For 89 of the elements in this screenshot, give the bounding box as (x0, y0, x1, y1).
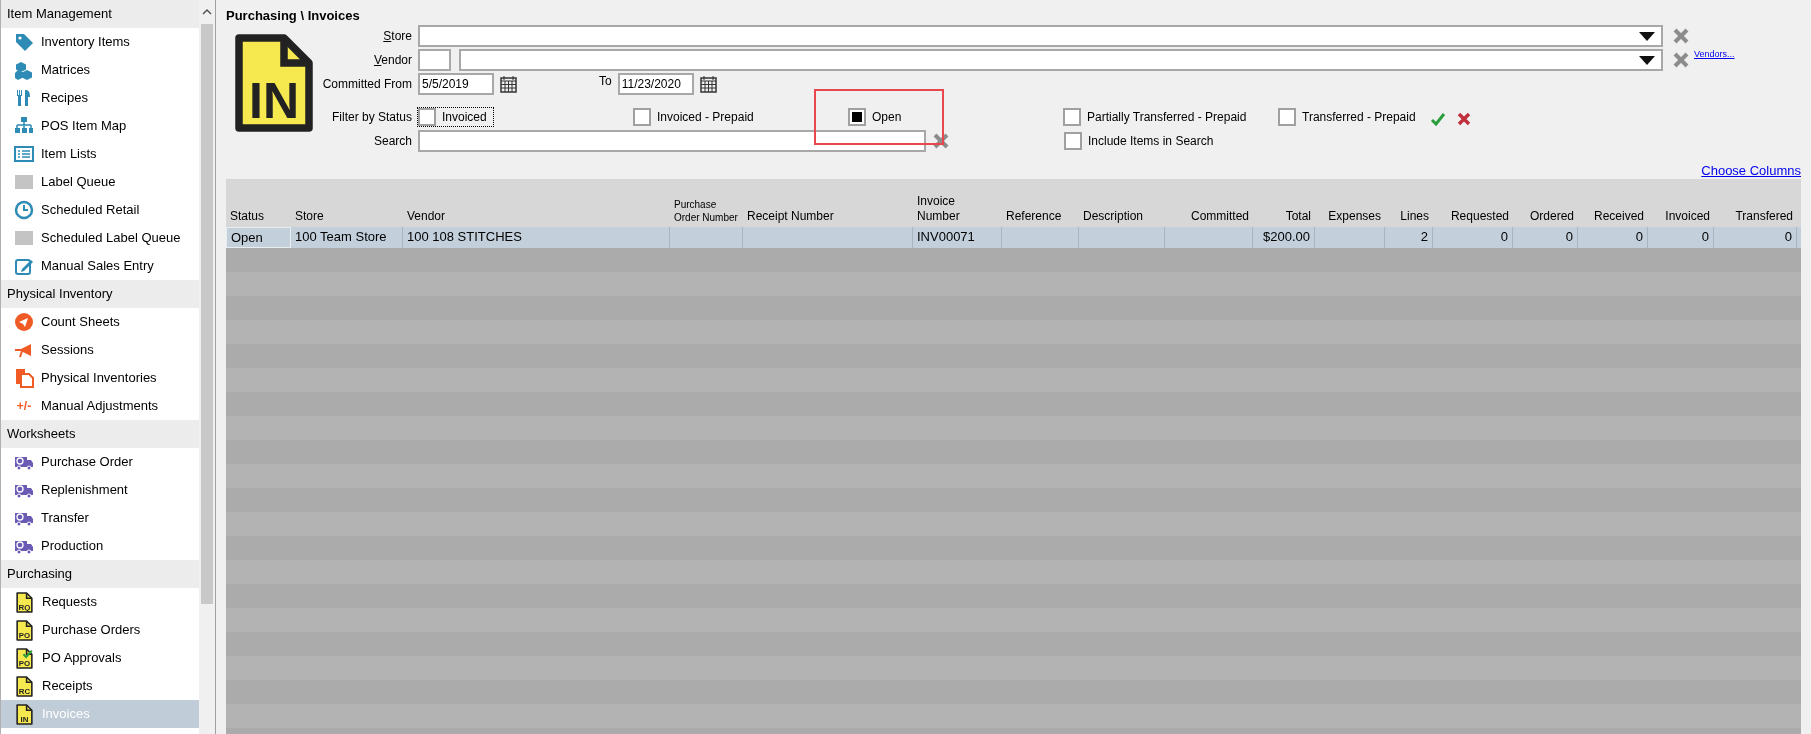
sidebar-item[interactable]: POS Item Map (1, 112, 199, 140)
column-header[interactable]: Committed (1165, 179, 1253, 227)
edit-icon (14, 256, 34, 276)
choose-columns-link[interactable]: Choose Columns (1701, 162, 1801, 179)
checkbox[interactable] (1278, 108, 1296, 126)
status-checkbox[interactable]: Transferred - Prepaid (1278, 108, 1416, 126)
calendar-icon[interactable] (699, 75, 717, 93)
scrollbar-thumb[interactable] (201, 24, 213, 604)
column-header[interactable]: Description (1079, 179, 1165, 227)
sidebar-item[interactable]: Physical Inventories (1, 364, 199, 392)
vendor-code-field[interactable] (418, 49, 451, 71)
status-checkbox[interactable]: Invoiced - Prepaid (633, 108, 754, 126)
sidebar-item[interactable]: Purchase Order (1, 448, 199, 476)
sidebar-item[interactable]: Matrices (1, 56, 199, 84)
column-header[interactable]: Invoice Number (913, 179, 1002, 227)
field-label: To (599, 73, 612, 90)
column-header[interactable]: Invoiced (1648, 179, 1714, 227)
section-header: Item Management (1, 0, 199, 28)
clear-icon[interactable] (1672, 27, 1690, 45)
barcode-icon (14, 172, 34, 192)
field-label: Vendor (372, 52, 413, 69)
field-label: Committed From (321, 76, 413, 93)
sidebar-item[interactable]: Item Lists (1, 140, 199, 168)
scrollbar[interactable] (199, 0, 215, 734)
sidebar-item[interactable]: Transfer (1, 504, 199, 532)
column-header[interactable]: Lines (1385, 179, 1433, 227)
column-header[interactable]: Transfered (1714, 179, 1797, 227)
sidebar-item[interactable]: Label Queue (1, 168, 199, 196)
field-label: Store (382, 28, 413, 45)
sidebar-item[interactable]: Inventory Items (1, 28, 199, 56)
cubes-icon (14, 60, 34, 80)
list-icon (14, 144, 34, 164)
checkbox[interactable] (633, 108, 651, 126)
include-items-checkbox[interactable]: Include Items in Search (1064, 132, 1214, 150)
sidebar-item[interactable]: Production (1, 532, 199, 560)
column-header[interactable]: Received (1578, 179, 1648, 227)
sidebar-item[interactable]: Count Sheets (1, 308, 199, 336)
pages-icon (14, 368, 34, 388)
column-header[interactable]: Ordered (1513, 179, 1578, 227)
dropdown-caret-icon (1639, 31, 1655, 41)
status-checkbox[interactable]: Invoiced (418, 108, 493, 126)
section-header: Physical Inventory (1, 280, 199, 308)
column-header[interactable]: Vendor (403, 179, 670, 227)
scroll-up-icon[interactable] (202, 8, 212, 16)
calendar-icon[interactable] (500, 75, 517, 93)
cancel-x-icon[interactable] (1455, 111, 1472, 127)
sidebar-item[interactable]: +/- Manual Adjustments (1, 392, 199, 420)
checkbox[interactable] (1064, 132, 1082, 150)
field-label: Filter by Status (330, 109, 413, 126)
checkbox[interactable] (1063, 108, 1081, 126)
section-header: Worksheets (1, 420, 199, 448)
barcode-icon (14, 228, 34, 248)
clock-icon (14, 200, 34, 220)
plus-minus-icon: +/- (14, 397, 34, 415)
column-header[interactable]: Reference (1002, 179, 1079, 227)
sidebar-item[interactable]: Recipes (1, 84, 199, 112)
sidebar-item[interactable]: Scheduled Label Queue (1, 224, 199, 252)
date-field[interactable]: 11/23/2020 (617, 73, 694, 95)
column-header[interactable]: Receipt Number (743, 179, 913, 227)
column-header[interactable]: Purchase Order Number (670, 179, 743, 227)
dropdown-field[interactable] (418, 25, 1663, 47)
sidebar-item[interactable]: Scheduled Retail (1, 196, 199, 224)
field-label: Search (372, 133, 413, 150)
table-cell: Open (226, 227, 291, 248)
column-header[interactable]: Requested (1433, 179, 1513, 227)
checkbox[interactable] (418, 108, 436, 126)
page-title: Purchasing \ Invoices (226, 7, 361, 24)
date-field[interactable]: 5/5/2019 (418, 73, 494, 95)
search-field[interactable] (418, 130, 926, 152)
status-checkbox[interactable]: Open (848, 108, 902, 126)
sidebar-item[interactable]: Sessions (1, 336, 199, 364)
checkbox[interactable] (848, 108, 866, 126)
column-header[interactable]: Total (1253, 179, 1315, 227)
section-header: Purchasing (1, 560, 199, 588)
column-header[interactable]: Store (291, 179, 403, 227)
hierarchy-icon (14, 116, 34, 136)
column-header[interactable]: Expenses (1315, 179, 1385, 227)
paper-plane-icon (14, 312, 34, 332)
dropdown-field[interactable] (459, 49, 1663, 71)
vendors-link[interactable]: Vendors... (1694, 48, 1735, 62)
status-checkbox[interactable]: Partially Transferred - Prepaid (1063, 108, 1247, 126)
sidebar-item[interactable]: Manual Sales Entry (1, 252, 199, 280)
sidebar-item[interactable]: Replenishment (1, 476, 199, 504)
apply-check-icon[interactable] (1429, 111, 1446, 127)
clear-icon[interactable] (1672, 51, 1690, 69)
column-header[interactable]: Status (226, 179, 291, 227)
dropdown-caret-icon (1639, 55, 1655, 65)
clear-icon[interactable] (932, 132, 950, 150)
tag-icon (14, 32, 34, 52)
